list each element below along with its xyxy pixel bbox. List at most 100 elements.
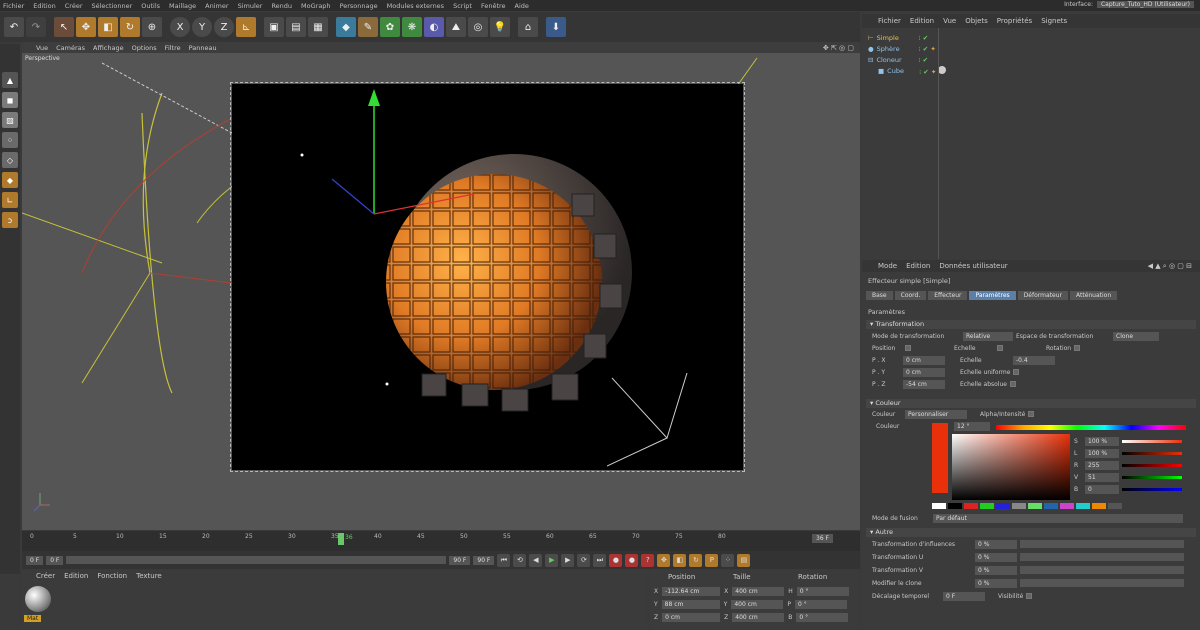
attr-menu-mode[interactable]: Mode (878, 262, 897, 270)
viewport[interactable]: Perspective (22, 53, 860, 530)
x-axis-icon[interactable]: X (170, 17, 190, 37)
attr-nav-icons[interactable]: ◀ ▲ ⌕ ◎ ▢ ⊟ (1148, 262, 1192, 271)
color-mode-dropdown[interactable]: Personnaliser (905, 409, 967, 419)
visibility-checkbox[interactable] (1026, 593, 1033, 599)
menu-outils[interactable]: Outils (141, 2, 160, 10)
tab-effecteur[interactable]: Effecteur (928, 291, 968, 300)
material-menu-fonction[interactable]: Fonction (97, 572, 127, 580)
menu-animer[interactable]: Animer (205, 2, 228, 10)
position-x-field[interactable]: -112.64 cm (662, 586, 721, 596)
menu-modules-externes[interactable]: Modules externes (387, 2, 444, 10)
preset-swatch[interactable] (1012, 503, 1026, 509)
tab-parametres[interactable]: Paramètres (969, 291, 1016, 300)
menu-personnage[interactable]: Personnage (340, 2, 378, 10)
tab-coord[interactable]: Coord. (894, 291, 927, 300)
color-swatch[interactable] (932, 423, 948, 493)
menu-script[interactable]: Script (453, 2, 472, 10)
menu-mograph[interactable]: MoGraph (301, 2, 331, 10)
position-checkbox[interactable] (905, 345, 911, 351)
autokey-icon[interactable]: ● (625, 553, 639, 567)
transform-u-field[interactable]: 0 % (975, 552, 1017, 562)
pz-field[interactable]: -54 cm (903, 379, 945, 389)
cube-object-icon[interactable]: ◆ (336, 17, 356, 37)
interface-dropdown[interactable]: Capture_Tuto_HD (Utilisateur) (1096, 1, 1194, 8)
channel-r-slider[interactable] (1122, 463, 1182, 467)
channel-s-slider[interactable] (1122, 439, 1182, 443)
size-x-field[interactable]: 400 cm (732, 586, 785, 596)
go-to-end-icon[interactable]: ⏭ (593, 553, 607, 567)
scene-icon[interactable]: ⛰ (446, 17, 466, 37)
echelle-field[interactable]: -0.4 (1013, 355, 1055, 365)
z-axis-icon[interactable]: Z (214, 17, 234, 37)
timeline[interactable]: 0 5 10 15 20 25 30 35 40 45 50 55 60 65 … (22, 531, 860, 551)
preset-swatch[interactable] (1092, 503, 1106, 509)
modify-clone-field[interactable]: 0 % (975, 578, 1017, 588)
timeline-window-icon[interactable]: ▤ (737, 553, 751, 567)
preset-swatch[interactable] (932, 503, 946, 509)
menu-edition[interactable]: Edition (33, 2, 56, 10)
start-frame-field[interactable]: 0 F (26, 555, 44, 565)
keyframe-selection-icon[interactable]: ? (641, 553, 655, 567)
record-pla-icon[interactable]: ⁘ (721, 553, 735, 567)
axis-mode-icon[interactable]: ∟ (2, 192, 18, 208)
obj-menu-vue[interactable]: Vue (943, 17, 956, 25)
influence-slider[interactable] (1020, 540, 1184, 548)
undo-icon[interactable]: ↶ (4, 17, 24, 37)
attr-menu-donnees[interactable]: Données utilisateur (939, 262, 1007, 270)
transform-u-slider[interactable] (1020, 553, 1184, 561)
prev-frame-icon[interactable]: ◀ (529, 553, 543, 567)
rotation-h-field[interactable]: 0 ° (796, 586, 849, 596)
section-couleur[interactable]: ▾ Couleur (866, 399, 1196, 408)
menu-creer[interactable]: Créer (65, 2, 83, 10)
preset-swatch[interactable] (1108, 503, 1122, 509)
go-to-start-icon[interactable]: ⏮ (497, 553, 511, 567)
viewport-menu-vue[interactable]: Vue (36, 44, 48, 52)
timeline-playhead[interactable] (338, 533, 344, 545)
menu-selectionner[interactable]: Sélectionner (92, 2, 133, 10)
menu-maillage[interactable]: Maillage (169, 2, 196, 10)
object-row-cloneur[interactable]: ⊟ Cloneur ⁝ ✔ (868, 54, 988, 65)
obj-menu-proprietes[interactable]: Propriétés (997, 17, 1032, 25)
render-settings-icon[interactable]: ▦ (308, 17, 328, 37)
move-icon[interactable]: ✥ (76, 17, 96, 37)
space-transformation-dropdown[interactable]: Clone (1113, 331, 1159, 341)
mode-transformation-dropdown[interactable]: Relative (963, 331, 1013, 341)
points-mode-icon[interactable]: ⁘ (2, 132, 18, 148)
record-rotation-icon[interactable]: ↻ (689, 553, 703, 567)
rotation-p-field[interactable]: 0 ° (794, 599, 847, 609)
channel-s-field[interactable]: 100 % (1085, 436, 1119, 446)
next-key-icon[interactable]: ⟳ (577, 553, 591, 567)
material-menu-edition[interactable]: Edition (64, 572, 88, 580)
viewport-menu-options[interactable]: Options (132, 44, 157, 52)
render-view-icon[interactable]: ▣ (264, 17, 284, 37)
px-field[interactable]: 0 cm (903, 355, 945, 365)
make-editable-icon[interactable]: ▲ (2, 72, 18, 88)
recent-tools-icon[interactable]: ⊕ (142, 17, 162, 37)
channel-b-slider[interactable] (1122, 487, 1182, 491)
object-name[interactable]: Sphère (877, 45, 919, 53)
material-menu-texture[interactable]: Texture (136, 572, 162, 580)
preset-swatch[interactable] (948, 503, 962, 509)
menu-simuler[interactable]: Simuler (238, 2, 263, 10)
python-icon[interactable]: ⌂ (518, 17, 538, 37)
position-y-field[interactable]: 88 cm (661, 599, 720, 609)
material-preview[interactable] (25, 586, 51, 612)
preset-swatch[interactable] (1044, 503, 1058, 509)
size-z-field[interactable]: 400 cm (732, 612, 785, 622)
material-name[interactable]: Mat (24, 615, 42, 622)
menu-aide[interactable]: Aide (515, 2, 529, 10)
coord-system-icon[interactable]: ⊾ (236, 17, 256, 37)
pen-spline-icon[interactable]: ✎ (358, 17, 378, 37)
channel-v-slider[interactable] (1122, 475, 1182, 479)
obj-menu-fichier[interactable]: Fichier (878, 17, 901, 25)
record-icon[interactable]: ● (609, 553, 623, 567)
rotate-icon[interactable]: ↻ (120, 17, 140, 37)
deformer-icon[interactable]: ◐ (424, 17, 444, 37)
py-field[interactable]: 0 cm (903, 367, 945, 377)
range-slider[interactable] (66, 556, 447, 564)
uniform-checkbox[interactable] (1013, 369, 1020, 375)
menu-rendu[interactable]: Rendu (271, 2, 292, 10)
edges-mode-icon[interactable]: ◇ (2, 152, 18, 168)
hue-field[interactable]: 12 ° (954, 422, 990, 431)
menu-fenetre[interactable]: Fenêtre (481, 2, 506, 10)
